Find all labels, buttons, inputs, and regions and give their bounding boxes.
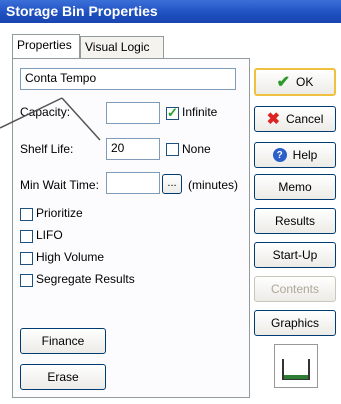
memo-label: Memo: [278, 180, 312, 194]
x-icon: ✖: [266, 111, 281, 128]
infinite-checkbox[interactable]: [166, 105, 179, 121]
min-wait-input[interactable]: [106, 172, 160, 194]
erase-label: Erase: [47, 370, 79, 384]
high-volume-label: High Volume: [36, 250, 105, 264]
prioritize-label: Prioritize: [36, 206, 83, 220]
help-icon: ?: [272, 148, 287, 162]
bin-graphic-preview[interactable]: [274, 344, 318, 388]
startup-button[interactable]: Start-Up: [254, 242, 336, 268]
capacity-input[interactable]: [106, 102, 160, 124]
startup-label: Start-Up: [272, 248, 318, 262]
min-wait-browse-button[interactable]: ...: [162, 174, 182, 194]
high-volume-checkbox[interactable]: [20, 252, 33, 265]
cancel-label: Cancel: [286, 112, 324, 126]
results-label: Results: [274, 214, 315, 228]
finance-button[interactable]: Finance: [20, 328, 106, 354]
contents-label: Contents: [270, 282, 320, 296]
cancel-button[interactable]: ✖ Cancel: [254, 106, 336, 132]
none-checkbox[interactable]: [166, 143, 179, 156]
window-title: Storage Bin Properties: [0, 0, 341, 23]
help-button[interactable]: ? Help: [254, 142, 336, 168]
storage-bin-dialog: Storage Bin Properties Properties Visual…: [0, 0, 341, 404]
graphics-label: Graphics: [270, 316, 320, 330]
finance-label: Finance: [41, 334, 85, 348]
graphics-button[interactable]: Graphics: [254, 310, 336, 336]
results-button[interactable]: Results: [254, 208, 336, 234]
ok-button[interactable]: ✔ OK: [254, 68, 336, 96]
minutes-label: (minutes): [188, 178, 239, 192]
min-wait-label: Min Wait Time:: [20, 178, 99, 192]
help-label: Help: [292, 148, 318, 162]
segregate-results-label: Segregate Results: [36, 272, 135, 286]
lifo-label: LIFO: [36, 228, 63, 242]
ok-label: OK: [296, 75, 314, 89]
none-label: None: [182, 142, 211, 156]
bin-graphic-icon: [282, 359, 310, 380]
erase-button[interactable]: Erase: [20, 364, 106, 390]
tab-properties[interactable]: Properties: [12, 34, 80, 58]
lifo-checkbox[interactable]: [20, 230, 33, 243]
name-input[interactable]: Conta Tempo: [20, 68, 236, 90]
segregate-results-checkbox[interactable]: [20, 274, 33, 287]
tab-visual-logic[interactable]: Visual Logic: [80, 36, 164, 58]
memo-button[interactable]: Memo: [254, 174, 336, 200]
prioritize-checkbox[interactable]: [20, 208, 33, 221]
checkmark-icon: ✔: [276, 74, 291, 91]
callout-lines: [0, 97, 101, 141]
shelf-life-input[interactable]: 20: [106, 138, 160, 160]
contents-button[interactable]: Contents: [254, 276, 336, 302]
infinite-label: Infinite: [182, 105, 218, 119]
